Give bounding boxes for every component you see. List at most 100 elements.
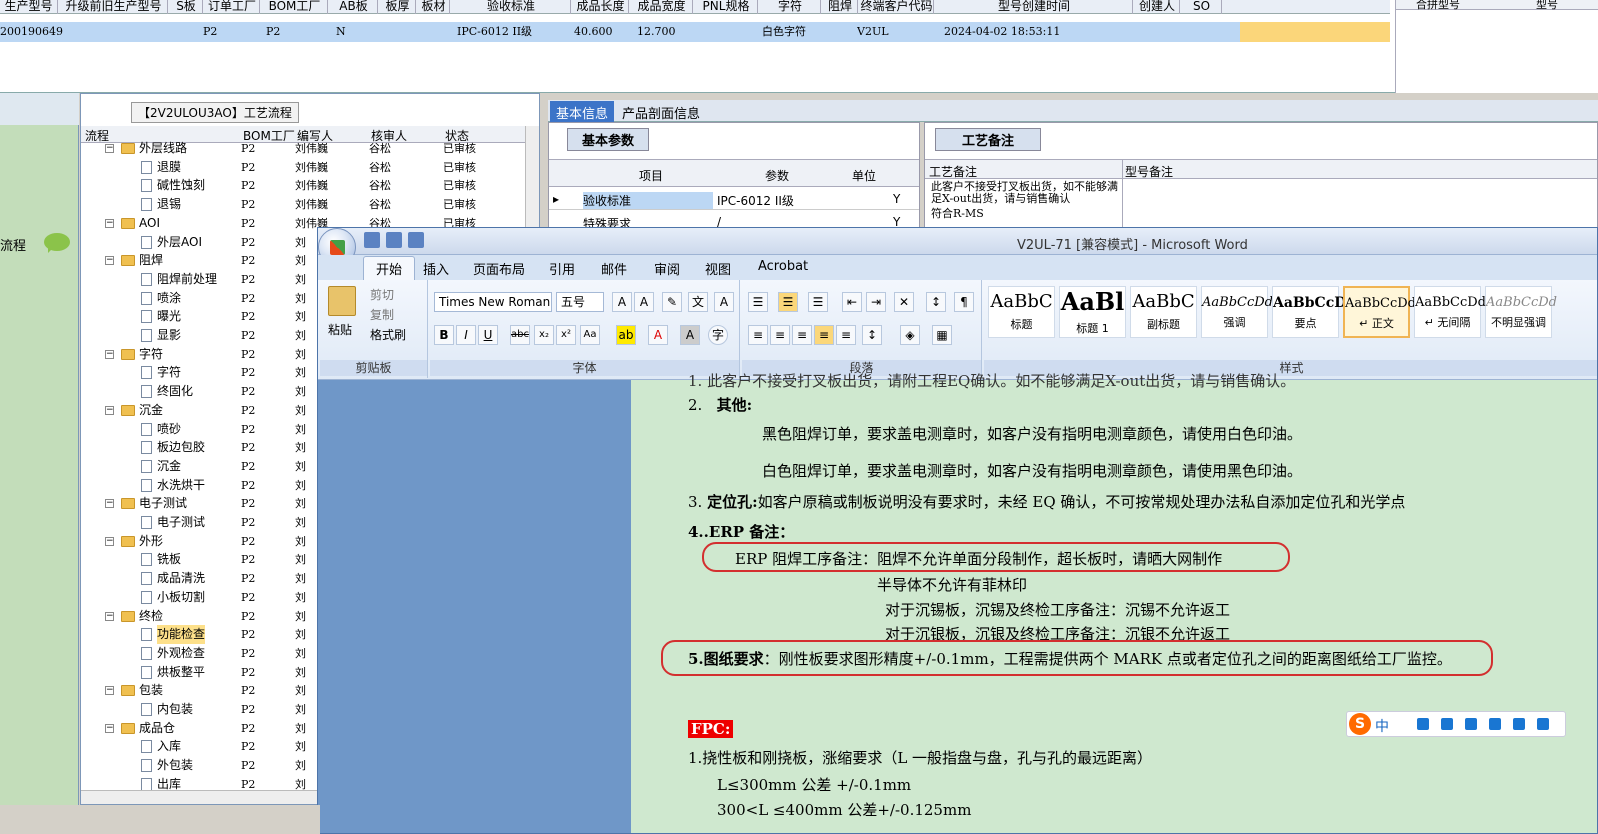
style-6[interactable]: AaBbCcDd ↵ 无间隔 [1414, 286, 1486, 338]
tab-acrobat[interactable]: Acrobat [758, 259, 808, 274]
order-grid-col[interactable]: 板材 [418, 0, 450, 14]
order-grid-col[interactable]: 创建人 [1135, 0, 1180, 14]
collapse-icon[interactable]: − [105, 405, 114, 415]
ime-mode[interactable]: 中 [1375, 716, 1389, 736]
chat-bubble-icon[interactable] [44, 233, 70, 253]
save-icon[interactable] [364, 232, 380, 248]
style-4[interactable]: AaBbCcD 要点 [1272, 286, 1346, 338]
style-7[interactable]: AaBbCcDd 不明显强调 [1485, 286, 1557, 338]
order-grid-col[interactable]: S板 [170, 0, 203, 14]
multilevel-icon[interactable]: ☰ [808, 292, 828, 312]
order-grid-col[interactable]: 板厚 [380, 0, 416, 14]
highlight-icon[interactable]: ab [616, 325, 636, 345]
line-spacing-icon[interactable]: ↕ [862, 325, 882, 345]
tab-view[interactable]: 视图 [705, 259, 731, 278]
style-5[interactable]: AaBbCcDd ↵ 正文 [1343, 286, 1416, 338]
collapse-icon[interactable]: − [105, 349, 114, 359]
tree-row[interactable]: 退膜 P2 刘伟巍 谷松 已审核 [81, 158, 525, 177]
char-shading-icon[interactable]: A [680, 325, 700, 345]
tree-row[interactable]: − 外层线路 P2 刘伟巍 谷松 已审核 [81, 139, 525, 158]
tree-row[interactable]: 碱性蚀刻 P2 刘伟巍 谷松 已审核 [81, 176, 525, 195]
collapse-icon[interactable]: − [105, 499, 114, 509]
order-grid-row[interactable]: 200190649 P2 P2 N IPC-6012 II级 40.600 12.700 白色… [0, 22, 1390, 42]
tab-profile-info[interactable]: 产品剖面信息 [622, 103, 700, 122]
style-1[interactable]: AaBl 标题 1 [1059, 286, 1126, 338]
tab-layout[interactable]: 页面布局 [473, 259, 525, 278]
justify-icon[interactable]: ≡ [814, 325, 834, 345]
collapse-icon[interactable]: − [105, 723, 114, 733]
enclose-char-icon[interactable]: 字 [708, 325, 728, 345]
punct-icon[interactable] [1417, 718, 1429, 730]
redo-icon[interactable] [408, 232, 424, 248]
phonetic-icon[interactable]: 文 [688, 292, 708, 312]
order-grid-col[interactable]: 终端客户代码 [860, 0, 934, 14]
collapse-icon[interactable]: − [105, 536, 114, 546]
increase-indent-icon[interactable]: ⇥ [866, 292, 886, 312]
borders-icon[interactable]: ▦ [932, 325, 952, 345]
change-case-icon[interactable]: Aa [580, 325, 600, 345]
order-grid-col[interactable]: AB板 [330, 0, 378, 14]
ime-toolbar[interactable]: S 中 [1346, 711, 1566, 737]
skin-icon[interactable] [1489, 718, 1501, 730]
collapse-icon[interactable]: − [105, 686, 114, 696]
char-border-icon[interactable]: A [714, 292, 734, 312]
align-left-icon[interactable]: ≡ [748, 325, 768, 345]
style-0[interactable]: AaBbC 标题 [988, 286, 1055, 338]
tab-mailings[interactable]: 邮件 [601, 259, 627, 278]
superscript-icon[interactable]: x² [556, 325, 576, 345]
sort-icon[interactable]: ↕ [926, 292, 946, 312]
order-grid-col[interactable]: 订单工厂 [205, 0, 260, 14]
order-grid-col[interactable]: PNL规格 [695, 0, 758, 14]
paste-icon[interactable] [328, 286, 356, 316]
game-icon[interactable] [1513, 718, 1525, 730]
show-marks-icon[interactable]: ¶ [954, 292, 974, 312]
distribute-icon[interactable]: ≡ [836, 325, 856, 345]
document-page[interactable]: 1. 此客户不接受打叉板出货，请附工程EQ确认。如不能够满足X-out出货，请与… [631, 372, 1597, 833]
collapse-icon[interactable]: − [105, 611, 114, 621]
italic-icon[interactable]: I [456, 325, 476, 345]
order-grid-col[interactable]: 验收标准 [452, 0, 571, 14]
order-grid-col[interactable]: 生产型号 [0, 0, 58, 14]
undo-icon[interactable] [386, 232, 402, 248]
font-family-select[interactable]: Times New Roman [434, 292, 552, 312]
tab-basic-info[interactable]: 基本信息 [550, 101, 615, 124]
numbering-icon[interactable]: ☰ [778, 292, 798, 312]
format-painter-button[interactable]: 格式刷 [370, 326, 406, 343]
clear-format-icon[interactable]: ✎ [662, 292, 682, 312]
process-notes-tab[interactable]: 工艺备注 [935, 128, 1042, 151]
mic-icon[interactable] [1441, 718, 1453, 730]
tab-home[interactable]: 开始 [363, 256, 416, 280]
keyboard-icon[interactable] [1465, 718, 1477, 730]
subscript-icon[interactable]: x₂ [534, 325, 554, 345]
collapse-icon[interactable]: − [105, 218, 114, 228]
shading-icon[interactable]: ◈ [900, 325, 920, 345]
bullets-icon[interactable]: ☰ [748, 292, 768, 312]
order-grid-col[interactable]: SO [1182, 0, 1222, 14]
style-2[interactable]: AaBbC 副标题 [1130, 286, 1197, 338]
toolbox-icon[interactable] [1537, 718, 1549, 730]
order-grid-col[interactable]: 字符 [760, 0, 821, 14]
strikethrough-icon[interactable]: abc [510, 325, 530, 345]
tab-insert[interactable]: 插入 [423, 259, 449, 278]
copy-button[interactable]: 复制 [370, 306, 394, 323]
sogou-icon[interactable]: S [1349, 713, 1371, 735]
order-grid-col[interactable]: 升级前旧生产型号 [60, 0, 168, 14]
collapse-icon[interactable]: − [105, 256, 114, 266]
tree-row[interactable]: 退锡 P2 刘伟巍 谷松 已审核 [81, 195, 525, 214]
collapse-icon[interactable]: − [105, 144, 114, 153]
style-3[interactable]: AaBbCcDd 强调 [1201, 286, 1273, 338]
process-note-text[interactable]: 此客户不接受打叉板出货，如不能够满足X-out出货，请与销售确认 符合R-MS [931, 181, 1121, 220]
order-grid-col[interactable]: 型号创建时间 [936, 0, 1133, 14]
align-center-icon[interactable]: ≡ [770, 325, 790, 345]
font-color-icon[interactable]: A [648, 325, 668, 345]
tab-review[interactable]: 审阅 [654, 259, 680, 278]
cut-button[interactable]: 剪切 [370, 286, 394, 303]
align-right-icon[interactable]: ≡ [792, 325, 812, 345]
grow-font-icon[interactable]: A [612, 292, 632, 312]
basic-params-row[interactable]: ▸ 验收标准 IPC-6012 II级 Y [549, 188, 919, 210]
paste-button[interactable]: 粘贴 [328, 321, 352, 338]
underline-icon[interactable]: U [478, 325, 498, 345]
order-grid-col[interactable]: 成品长度 [573, 0, 629, 14]
left-nav-label[interactable]: 流程 [0, 235, 26, 254]
basic-params-tab[interactable]: 基本参数 [567, 128, 650, 151]
